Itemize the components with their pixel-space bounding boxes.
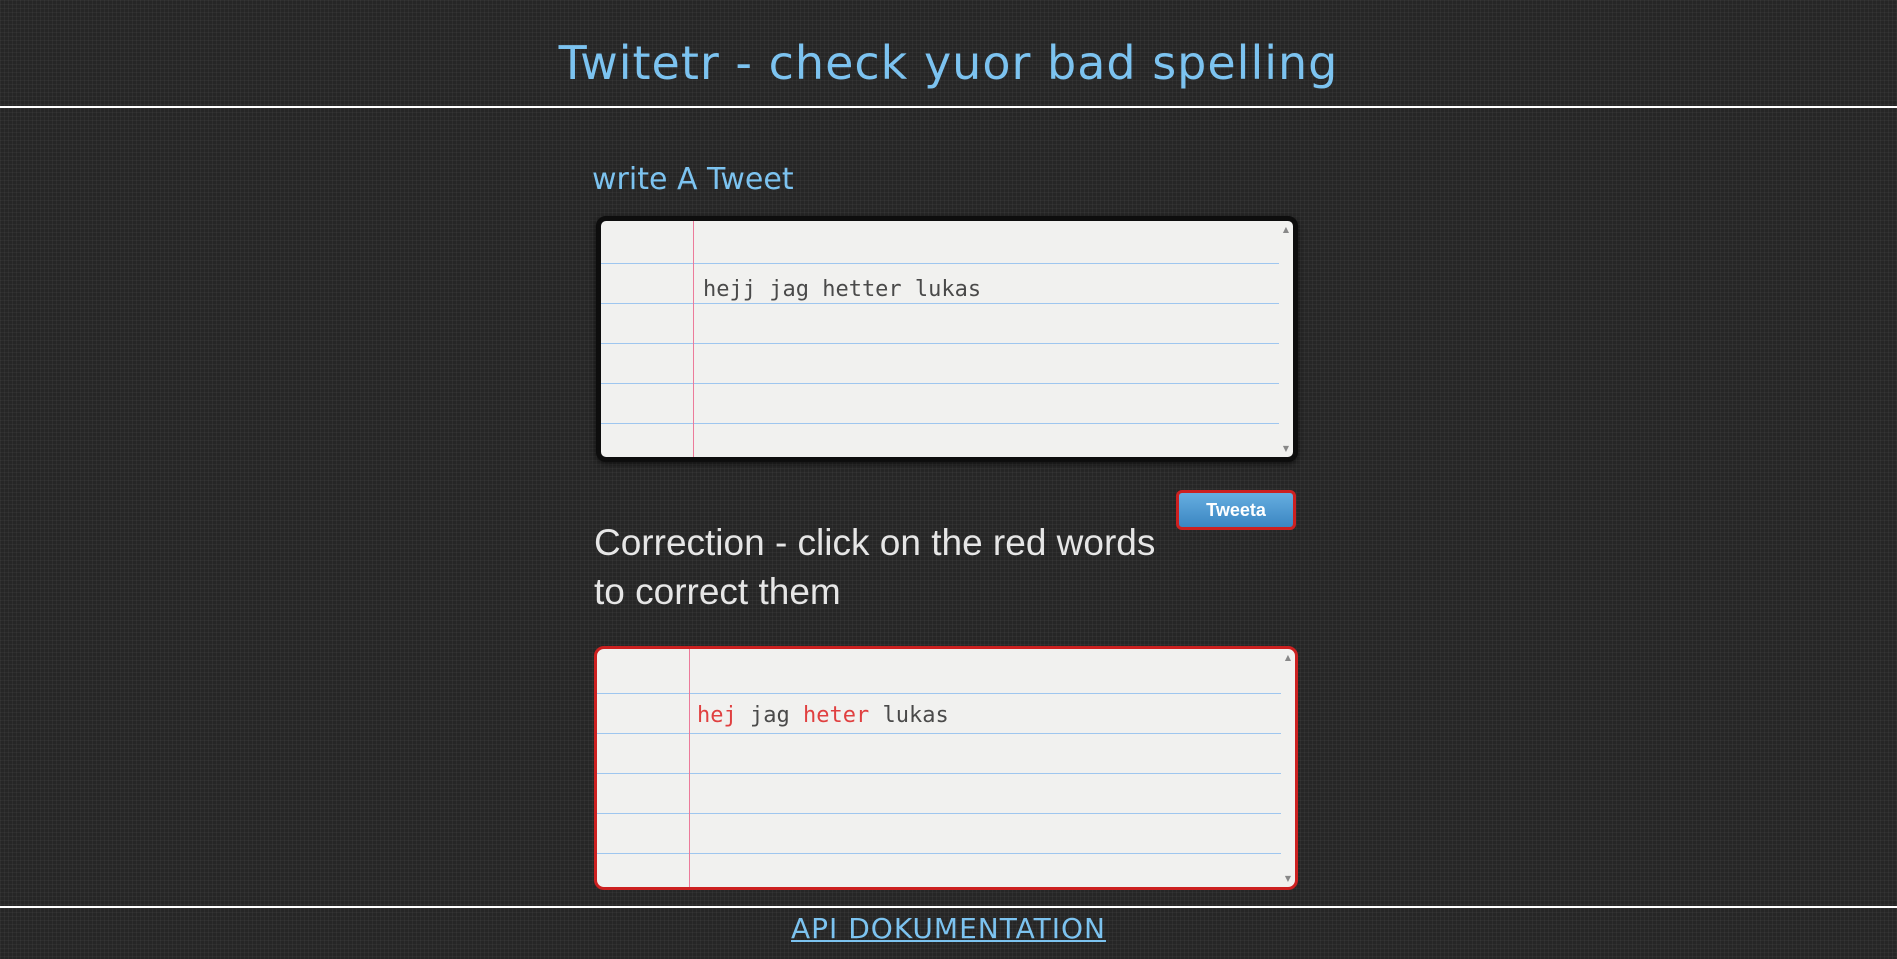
tweet-textarea[interactable]: hejj jag hetter lukas ▲ ▼ — [596, 216, 1298, 462]
scroll-down-arrow-icon[interactable]: ▼ — [1283, 444, 1289, 453]
scroll-up-arrow-icon[interactable]: ▲ — [1283, 225, 1289, 234]
correction-box: hej jag heter lukas ▲ ▼ — [594, 646, 1298, 890]
scroll-down-arrow-icon[interactable]: ▼ — [1285, 874, 1291, 883]
tweet-input-text[interactable]: hejj jag hetter lukas — [703, 277, 981, 302]
correction-heading: Correction - click on the red words to c… — [594, 522, 1156, 612]
footer-divider — [0, 906, 1897, 908]
correction-text: hej jag heter lukas — [697, 703, 949, 728]
paper-margin-line — [689, 649, 690, 887]
corrected-word[interactable]: hej — [697, 703, 737, 728]
word: jag — [750, 703, 790, 728]
tweeta-button[interactable]: Tweeta — [1176, 490, 1296, 530]
api-documentation-link[interactable]: API DOKUMENTATION — [0, 912, 1897, 945]
paper-lines — [597, 655, 1281, 887]
paper-lines — [601, 225, 1279, 457]
scroll-up-arrow-icon[interactable]: ▲ — [1285, 653, 1291, 662]
word: lukas — [882, 703, 949, 728]
paper-margin-line — [693, 221, 694, 457]
header-divider — [0, 106, 1897, 108]
corrected-word[interactable]: heter — [803, 703, 869, 728]
compose-heading: write A Tweet — [592, 162, 794, 197]
site-title: Twitetr - check yuor bad spelling — [558, 36, 1339, 90]
